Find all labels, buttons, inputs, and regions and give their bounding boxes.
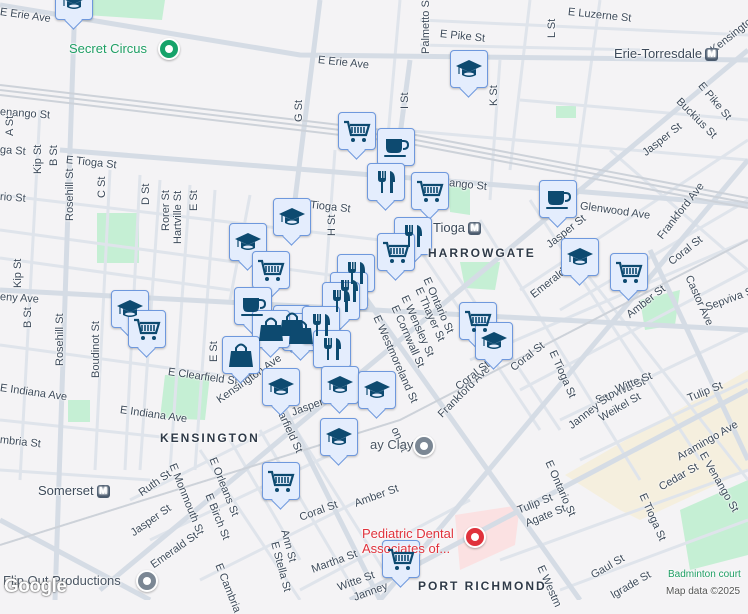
hospital-icon[interactable] — [464, 526, 486, 548]
marker-school[interactable] — [55, 0, 93, 20]
place-pin-icon[interactable] — [136, 570, 158, 592]
school-icon — [454, 54, 484, 84]
marker-cart[interactable] — [252, 251, 290, 289]
station-erie-torresdale[interactable]: Erie-Torresdale M — [614, 46, 719, 62]
street-label: E St — [208, 341, 220, 362]
street-label: rio St — [0, 191, 27, 205]
street-label: Kip St — [12, 258, 24, 288]
street-label: L St — [546, 18, 558, 38]
marker-school[interactable] — [321, 366, 359, 404]
street-label: B St — [22, 307, 34, 328]
school-icon — [266, 372, 296, 402]
metro-icon: M — [96, 485, 110, 499]
place-pin-icon[interactable] — [158, 38, 180, 60]
metro-icon: M — [705, 48, 719, 62]
bag-icon — [226, 340, 256, 370]
food-icon — [371, 167, 401, 197]
marker-cart[interactable] — [411, 172, 449, 210]
marker-food[interactable] — [313, 330, 351, 368]
street-label: Boudinot St — [90, 321, 102, 378]
street-label: eny Ave — [0, 291, 40, 306]
station-name: Tioga — [433, 220, 466, 235]
food-icon — [317, 334, 347, 364]
station-somerset[interactable]: Somerset M — [38, 483, 110, 499]
school-icon — [325, 370, 355, 400]
street-label: K St — [488, 85, 500, 106]
street-label: G St — [293, 99, 305, 122]
street-label: H St — [326, 214, 338, 236]
cart-icon — [132, 314, 162, 344]
metro-icon: M — [468, 222, 482, 236]
place-badminton-court[interactable]: Badminton court — [668, 569, 741, 581]
neighborhood-kensington: KENSINGTON — [160, 431, 260, 445]
marker-school[interactable] — [273, 198, 311, 236]
school-icon — [233, 227, 263, 257]
cart-icon — [415, 176, 445, 206]
street-label: I St — [399, 92, 411, 109]
cart-icon — [342, 116, 372, 146]
street-label: A St — [4, 115, 16, 136]
marker-bag[interactable] — [222, 336, 260, 374]
school-icon — [565, 242, 595, 272]
coffee-icon — [543, 184, 573, 214]
coffee-icon — [381, 132, 411, 162]
place-clay[interactable]: ay Clay — [370, 438, 413, 451]
school-icon — [479, 326, 509, 356]
street-label: ga St — [0, 144, 27, 158]
school-icon — [59, 0, 89, 16]
marker-school[interactable] — [561, 238, 599, 276]
marker-cart[interactable] — [382, 540, 420, 578]
marker-cart[interactable] — [377, 233, 415, 271]
school-poi-icon[interactable] — [413, 435, 435, 457]
street-label: Kip St — [32, 144, 44, 174]
marker-bag[interactable] — [252, 310, 290, 348]
marker-cart[interactable] — [610, 253, 648, 291]
street-label: B St — [48, 145, 60, 166]
station-name: Somerset — [38, 483, 94, 498]
marker-coffee[interactable] — [539, 180, 577, 218]
marker-school[interactable] — [450, 50, 488, 88]
cart-icon — [386, 544, 416, 574]
school-icon — [324, 422, 354, 452]
school-icon — [362, 375, 392, 405]
street-label: C St — [96, 176, 108, 198]
cart-icon — [256, 255, 286, 285]
cart-icon — [614, 257, 644, 287]
marker-cart[interactable] — [128, 310, 166, 348]
marker-school[interactable] — [262, 368, 300, 406]
street-label: Hartville St — [172, 190, 184, 244]
marker-coffee[interactable] — [377, 128, 415, 166]
street-label: Palmetto St — [420, 0, 432, 54]
place-secret-circus[interactable]: Secret Circus — [69, 42, 147, 55]
marker-cart[interactable] — [262, 462, 300, 500]
cart-icon — [381, 237, 411, 267]
marker-school[interactable] — [475, 322, 513, 360]
cart-icon — [266, 466, 296, 496]
street-label: Rosehill St — [54, 313, 66, 366]
bag-icon — [256, 314, 286, 344]
station-tioga[interactable]: Tioga M — [433, 220, 482, 236]
marker-food[interactable] — [367, 163, 405, 201]
neighborhood-harrowgate: HARROWGATE — [428, 246, 536, 260]
neighborhood-port-richmond: PORT RICHMOND — [418, 579, 547, 593]
street-label: Rorer St — [160, 190, 172, 231]
marker-cart[interactable] — [338, 112, 376, 150]
street-label: D St — [140, 183, 152, 205]
google-logo: Google — [4, 576, 67, 597]
street-label: Rosehill St — [64, 168, 76, 221]
map-attribution[interactable]: Map data ©2025 — [666, 586, 740, 598]
street-label: E St — [188, 190, 200, 211]
marker-school[interactable] — [358, 371, 396, 409]
marker-school[interactable] — [320, 418, 358, 456]
station-name: Erie-Torresdale — [614, 46, 703, 61]
school-icon — [277, 202, 307, 232]
